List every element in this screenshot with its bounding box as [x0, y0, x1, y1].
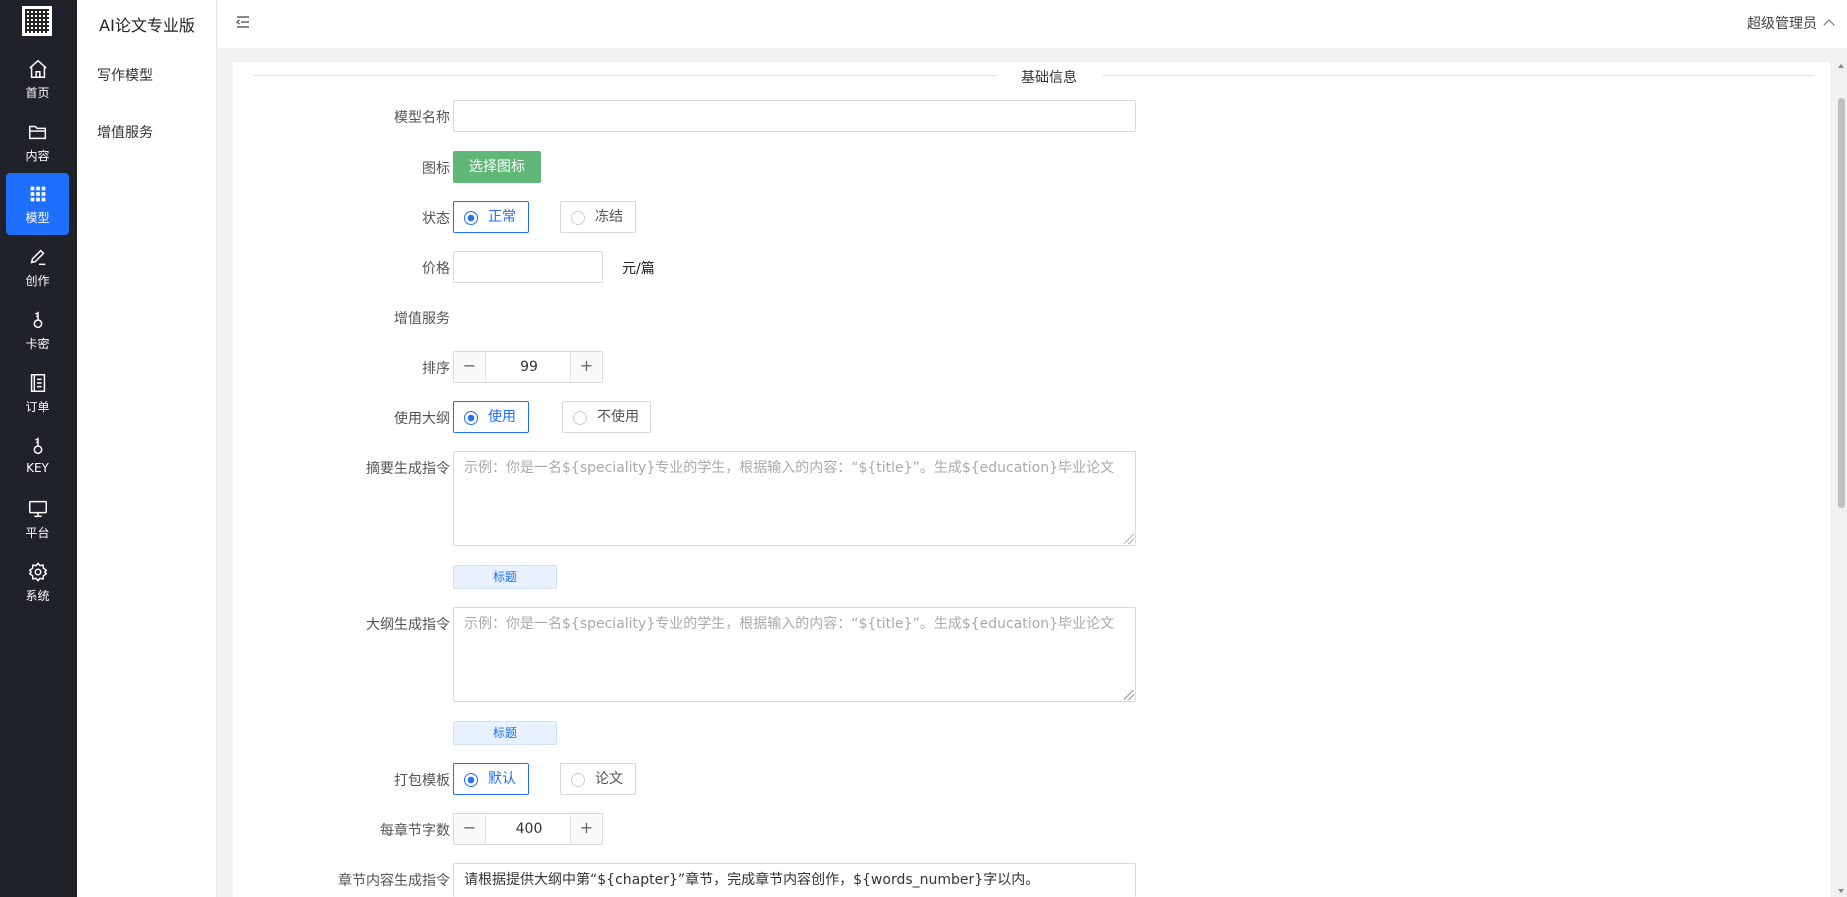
chevron-up-icon [1823, 19, 1835, 31]
sidebar-item-writing-model[interactable]: 写作模型 [97, 65, 153, 85]
rail-item-label: 模型 [25, 211, 50, 225]
folder-icon [28, 125, 46, 140]
chapter-prompt-label: 章节内容生成指令 [338, 873, 450, 889]
chapter-prompt-value: 请根据提供大纲中第“${chapter}”章节，完成章节内容创作，${words… [464, 872, 1040, 888]
pen-icon [30, 249, 45, 266]
status-radio-frozen[interactable]: 冻结 [560, 201, 636, 233]
rail-item-key[interactable]: KEY [6, 425, 69, 487]
rail-item-label: 首页 [25, 86, 50, 100]
monitor-icon [28, 500, 47, 518]
grid-icon [30, 186, 45, 202]
model-name-label: 模型名称 [394, 110, 450, 126]
abstract-prompt-placeholder: 示例：你是一名${speciality}专业的学生，根据输入的内容：“${tit… [464, 460, 1115, 476]
icon-rail: 首页 内容 模型 创作 卡密 订单 KEY 平台 系统 [0, 0, 77, 897]
user-menu[interactable]: 超级管理员 [1747, 13, 1835, 33]
user-name: 超级管理员 [1747, 16, 1817, 32]
use-outline-radio-no[interactable]: 不使用 [562, 401, 651, 433]
decrement-button[interactable]: − [454, 814, 486, 844]
abstract-prompt-label: 摘要生成指令 [366, 461, 450, 477]
status-radio-normal[interactable]: 正常 [453, 201, 529, 233]
scrollbar-thumb[interactable] [1838, 98, 1845, 508]
chapter-prompt-textarea[interactable]: 请根据提供大纲中第“${chapter}”章节，完成章节内容创作，${words… [453, 863, 1136, 897]
addon-service-label: 增值服务 [394, 311, 450, 327]
outline-title-tag-button[interactable]: 标题 [453, 721, 557, 745]
fieldset-legend: 基础信息 [996, 67, 1102, 87]
rail-item-label: 平台 [25, 526, 50, 540]
rail-item-label: 订单 [25, 400, 50, 414]
sort-stepper[interactable]: − 99 + [453, 351, 603, 383]
price-label: 价格 [422, 261, 450, 277]
home-icon [28, 59, 47, 78]
package-radio-paper[interactable]: 论文 [560, 763, 636, 795]
outline-prompt-label: 大纲生成指令 [366, 617, 450, 633]
top-header: 超级管理员 [217, 0, 1847, 48]
scroll-up-arrow-icon[interactable] [1838, 64, 1844, 68]
status-label: 状态 [422, 211, 450, 227]
rail-item-cardkey[interactable]: 卡密 [6, 299, 69, 361]
abstract-title-tag-button[interactable]: 标题 [453, 565, 557, 589]
use-outline-label: 使用大纲 [394, 411, 450, 427]
price-input[interactable] [453, 251, 603, 283]
key-icon [33, 437, 42, 455]
increment-button[interactable]: + [570, 352, 602, 382]
increment-button[interactable]: + [570, 814, 602, 844]
resize-handle-icon[interactable] [1124, 690, 1134, 700]
choose-icon-button[interactable]: 选择图标 [453, 151, 541, 183]
outline-prompt-textarea[interactable]: 示例：你是一名${speciality}专业的学生，根据输入的内容：“${tit… [453, 607, 1136, 702]
rail-item-create[interactable]: 创作 [6, 236, 69, 298]
outline-prompt-placeholder: 示例：你是一名${speciality}专业的学生，根据输入的内容：“${tit… [464, 616, 1115, 632]
app-title: AI论文专业版 [99, 16, 195, 35]
rail-item-platform[interactable]: 平台 [6, 488, 69, 550]
package-radio-default[interactable]: 默认 [453, 763, 529, 795]
rail-item-label: 内容 [25, 149, 50, 163]
sort-label: 排序 [422, 361, 450, 377]
abstract-prompt-textarea[interactable]: 示例：你是一名${speciality}专业的学生，根据输入的内容：“${tit… [453, 451, 1136, 546]
words-per-chapter-stepper[interactable]: − 400 + [453, 813, 603, 845]
vertical-scrollbar[interactable] [1836, 62, 1847, 897]
rail-item-label: KEY [26, 461, 49, 475]
words-per-chapter-value[interactable]: 400 [487, 814, 571, 844]
rail-item-content[interactable]: 内容 [6, 111, 69, 173]
key-icon [33, 311, 42, 329]
price-unit: 元/篇 [622, 261, 655, 277]
sort-value[interactable]: 99 [487, 352, 571, 382]
qr-logo [22, 6, 52, 36]
rail-item-system[interactable]: 系统 [6, 551, 69, 613]
menu-toggle-icon[interactable] [235, 14, 251, 30]
model-name-input[interactable] [453, 100, 1136, 132]
rail-item-label: 卡密 [25, 337, 50, 351]
resize-handle-icon[interactable] [1124, 534, 1134, 544]
fieldset-divider-right [1102, 75, 1814, 76]
rail-item-orders[interactable]: 订单 [6, 362, 69, 424]
gear-icon [28, 562, 47, 582]
rail-item-label: 创作 [25, 274, 50, 288]
package-template-label: 打包模板 [394, 773, 450, 789]
list-icon [30, 374, 45, 392]
form-card: 基础信息 模型名称 图标 选择图标 状态 正常 冻结 价格 元/篇 增值服务 排… [233, 62, 1830, 897]
rail-item-model[interactable]: 模型 [6, 173, 69, 235]
use-outline-radio-yes[interactable]: 使用 [453, 401, 529, 433]
scroll-down-arrow-icon[interactable] [1838, 889, 1844, 893]
sidebar-item-addon-service[interactable]: 增值服务 [97, 122, 153, 142]
rail-item-home[interactable]: 首页 [6, 48, 69, 110]
fieldset-divider-left [253, 75, 996, 76]
words-per-chapter-label: 每章节字数 [380, 823, 450, 839]
icon-label: 图标 [422, 161, 450, 177]
decrement-button[interactable]: − [454, 352, 486, 382]
secondary-sidebar: AI论文专业版 写作模型 增值服务 [77, 0, 217, 897]
rail-item-label: 系统 [25, 589, 50, 603]
